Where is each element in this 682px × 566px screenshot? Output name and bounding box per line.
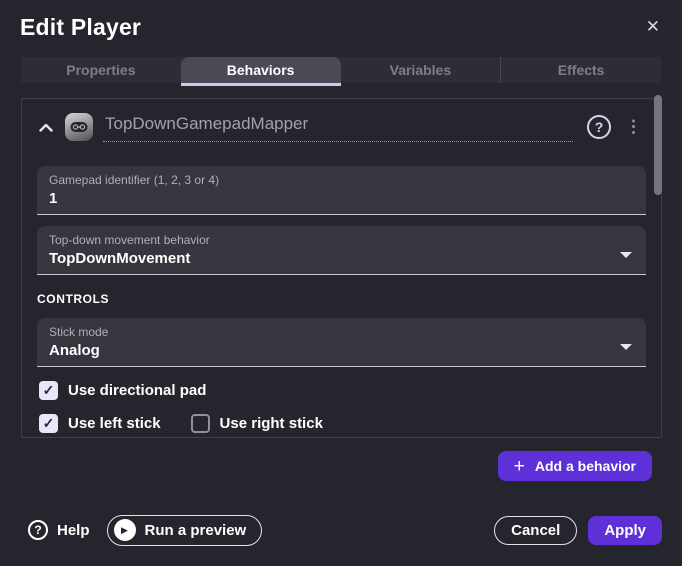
- add-behavior-button[interactable]: + Add a behavior: [498, 451, 652, 481]
- use-directional-pad-checkbox[interactable]: ✓ Use directional pad: [39, 381, 206, 400]
- movement-behavior-select[interactable]: Top-down movement behavior TopDownMoveme…: [37, 226, 646, 275]
- page-title: Edit Player: [20, 14, 141, 41]
- behavior-menu-icon[interactable]: ⋮: [621, 115, 646, 139]
- checkbox-checked-icon[interactable]: ✓: [39, 414, 58, 433]
- tab-bar: Properties Behaviors Variables Effects: [21, 57, 661, 83]
- scrollbar-thumb[interactable]: [654, 95, 662, 195]
- use-left-stick-label: Use left stick: [68, 415, 161, 432]
- apply-button[interactable]: Apply: [588, 516, 662, 545]
- checkbox-checked-icon[interactable]: ✓: [39, 381, 58, 400]
- use-right-stick-label: Use right stick: [220, 415, 323, 432]
- run-preview-label: Run a preview: [145, 522, 247, 539]
- checkbox-row-1: ✓ Use directional pad: [37, 381, 646, 400]
- help-label: Help: [57, 522, 90, 539]
- stick-mode-select[interactable]: Stick mode Analog: [37, 318, 646, 367]
- stick-mode-label: Stick mode: [49, 325, 634, 339]
- controls-section-label: CONTROLS: [37, 292, 646, 306]
- use-left-stick-checkbox[interactable]: ✓ Use left stick: [39, 414, 161, 433]
- gamepad-identifier-value[interactable]: 1: [49, 190, 634, 207]
- tab-variables[interactable]: Variables: [341, 57, 501, 83]
- use-directional-pad-label: Use directional pad: [68, 382, 206, 399]
- chevron-down-icon: [620, 252, 632, 258]
- behavior-card: TopDownGamepadMapper ? ⋮ Gamepad identif…: [21, 98, 662, 438]
- use-right-stick-checkbox[interactable]: Use right stick: [191, 414, 323, 433]
- behavior-header: TopDownGamepadMapper ? ⋮: [37, 99, 646, 142]
- close-icon[interactable]: ✕: [642, 14, 664, 40]
- tab-properties[interactable]: Properties: [21, 57, 181, 83]
- dialog-header: Edit Player ✕: [0, 0, 682, 41]
- gamepad-behavior-icon: [65, 113, 93, 141]
- tab-effects[interactable]: Effects: [500, 57, 661, 83]
- tab-behaviors[interactable]: Behaviors: [181, 57, 341, 83]
- movement-behavior-label: Top-down movement behavior: [49, 233, 634, 247]
- gamepad-identifier-label: Gamepad identifier (1, 2, 3 or 4): [49, 173, 634, 187]
- movement-behavior-value[interactable]: TopDownMovement: [49, 250, 634, 267]
- plus-icon: +: [514, 457, 525, 476]
- checkbox-unchecked-icon[interactable]: [191, 414, 210, 433]
- run-preview-button[interactable]: ▶ Run a preview: [107, 515, 263, 546]
- help-button[interactable]: ? Help: [28, 520, 90, 540]
- gamepad-identifier-field[interactable]: Gamepad identifier (1, 2, 3 or 4) 1: [37, 166, 646, 215]
- help-question-icon: ?: [28, 520, 48, 540]
- behavior-help-icon[interactable]: ?: [587, 115, 611, 139]
- add-behavior-row: + Add a behavior: [0, 451, 652, 481]
- add-behavior-label: Add a behavior: [535, 458, 636, 474]
- footer-bar: ? Help ▶ Run a preview Cancel Apply: [20, 515, 662, 545]
- checkbox-row-2: ✓ Use left stick Use right stick: [37, 414, 646, 433]
- chevron-down-icon: [620, 344, 632, 350]
- play-icon: ▶: [114, 519, 136, 541]
- behavior-name[interactable]: TopDownGamepadMapper: [105, 114, 308, 133]
- cancel-button[interactable]: Cancel: [494, 516, 577, 545]
- stick-mode-value[interactable]: Analog: [49, 342, 634, 359]
- behavior-name-field[interactable]: TopDownGamepadMapper: [103, 112, 573, 142]
- collapse-chevron-icon[interactable]: [37, 123, 59, 132]
